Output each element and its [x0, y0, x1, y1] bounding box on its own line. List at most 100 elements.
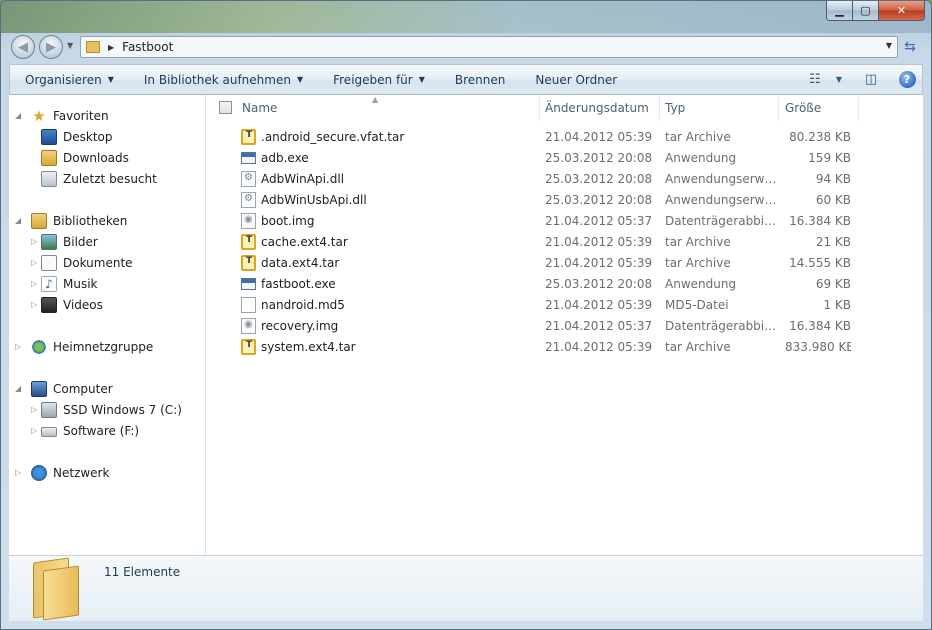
tar-archive-icon	[241, 129, 256, 145]
file-size: 1 KB	[823, 297, 851, 312]
nav-item-recent[interactable]: Zuletzt besucht	[41, 168, 157, 189]
nav-item-pictures[interactable]: ▷ Bilder	[31, 231, 98, 252]
file-size: 16.384 KB	[789, 213, 851, 228]
libraries-icon	[31, 212, 47, 229]
preview-pane-button[interactable]: ◫	[856, 65, 886, 94]
expand-arrow-icon[interactable]: ▷	[31, 300, 37, 309]
new-folder-button[interactable]: Neuer Ordner	[520, 65, 632, 94]
nav-item-videos[interactable]: ▷ Videos	[31, 294, 103, 315]
file-type: Anwendung	[665, 276, 737, 291]
nav-libraries[interactable]: ◢ Bibliotheken	[15, 210, 127, 231]
nav-network-label: Netzwerk	[53, 465, 110, 480]
nav-item-desktop[interactable]: Desktop	[41, 126, 113, 147]
file-date: 25.03.2012 20:08	[545, 171, 653, 186]
nav-item-music[interactable]: ▷ ♪ Musik	[31, 273, 98, 294]
view-options-button[interactable]: ☷	[800, 65, 830, 94]
file-type: tar Archive	[665, 255, 731, 270]
nav-item-label: Downloads	[63, 150, 129, 165]
nav-item-drive-f[interactable]: ▷ Software (F:)	[31, 420, 139, 441]
expand-arrow-icon[interactable]: ▷	[15, 468, 21, 477]
column-header-label: Typ	[665, 101, 686, 115]
details-view-icon: ☷	[809, 72, 821, 87]
nav-item-label: Musik	[63, 276, 98, 291]
file-list: ▲ Name Änderungsdatum Typ Größe .android…	[207, 95, 923, 555]
nav-libraries-label: Bibliotheken	[53, 213, 128, 228]
nav-item-drive-c[interactable]: ▷ SSD Windows 7 (C:)	[31, 399, 182, 420]
file-type: tar Archive	[665, 129, 731, 144]
address-dropdown-icon[interactable]: ▼	[886, 41, 892, 50]
nav-network[interactable]: ▷ Netzwerk	[15, 462, 109, 483]
file-size: 60 KB	[815, 192, 851, 207]
tar-archive-icon	[241, 255, 256, 271]
refresh-button[interactable]: ⇆	[899, 37, 921, 57]
breadcrumb-fastboot[interactable]: Fastboot	[122, 40, 173, 54]
nav-homegroup[interactable]: ▷ Heimnetzgruppe	[15, 336, 153, 357]
file-size: 159 KB	[808, 150, 851, 165]
expand-arrow-icon[interactable]: ◢	[15, 384, 21, 393]
new-folder-label: Neuer Ordner	[535, 72, 618, 87]
column-header-size[interactable]: Größe	[779, 95, 859, 121]
file-name: AdbWinUsbApi.dll	[261, 192, 367, 207]
hard-drive-icon	[41, 427, 57, 437]
chevron-down-icon: ▼	[835, 75, 843, 84]
expand-arrow-icon[interactable]: ◢	[15, 111, 21, 120]
file-row[interactable]: AdbWinUsbApi.dll 25.03.2012 20:08 Anwend…	[207, 189, 923, 210]
nav-item-label: Software (F:)	[63, 423, 140, 438]
maximize-button[interactable]: ▢	[853, 1, 879, 21]
breadcrumb-separator-icon[interactable]: ▶	[108, 43, 114, 52]
burn-button[interactable]: Brennen	[440, 65, 520, 94]
application-icon	[241, 278, 256, 290]
column-header-name[interactable]: ▲ Name	[207, 95, 540, 121]
recent-places-icon	[41, 170, 57, 187]
nav-favorites[interactable]: ◢ ★ Favoriten	[15, 105, 109, 126]
file-row[interactable]: recovery.img 21.04.2012 05:37 Datenträge…	[207, 315, 923, 336]
minimize-button[interactable]: ▁	[826, 1, 853, 21]
expand-arrow-icon[interactable]: ▷	[31, 279, 37, 288]
forward-button[interactable]: ▶	[39, 35, 63, 59]
nav-item-label: SSD Windows 7 (C:)	[63, 402, 182, 417]
file-row[interactable]: .android_secure.vfat.tar 21.04.2012 05:3…	[207, 126, 923, 147]
file-row[interactable]: data.ext4.tar 21.04.2012 05:39 tar Archi…	[207, 252, 923, 273]
file-row[interactable]: system.ext4.tar 21.04.2012 05:39 tar Arc…	[207, 336, 923, 357]
file-date: 25.03.2012 20:08	[545, 150, 653, 165]
expand-arrow-icon[interactable]: ▷	[31, 237, 37, 246]
file-row[interactable]: nandroid.md5 21.04.2012 05:39 MD5-Datei …	[207, 294, 923, 315]
view-dropdown-button[interactable]: ▼	[830, 65, 848, 94]
nav-computer-label: Computer	[53, 381, 113, 396]
dll-icon	[241, 192, 256, 208]
file-name: cache.ext4.tar	[261, 234, 348, 249]
refresh-icon: ⇆	[904, 39, 916, 55]
column-header-date[interactable]: Änderungsdatum	[540, 95, 660, 121]
file-row[interactable]: fastboot.exe 25.03.2012 20:08 Anwendung …	[207, 273, 923, 294]
expand-arrow-icon[interactable]: ▷	[31, 258, 37, 267]
file-size: 80.238 KB	[789, 129, 851, 144]
recent-pages-dropdown[interactable]: ▼	[67, 41, 73, 50]
file-row[interactable]: cache.ext4.tar 21.04.2012 05:39 tar Arch…	[207, 231, 923, 252]
file-row[interactable]: boot.img 21.04.2012 05:37 Datenträgerabb…	[207, 210, 923, 231]
nav-item-documents[interactable]: ▷ Dokumente	[31, 252, 133, 273]
pictures-library-icon	[41, 233, 57, 250]
file-date: 25.03.2012 20:08	[545, 192, 653, 207]
help-button[interactable]: ?	[892, 65, 922, 94]
expand-arrow-icon[interactable]: ▷	[15, 342, 21, 351]
expand-arrow-icon[interactable]: ▷	[31, 426, 37, 435]
column-header-type[interactable]: Typ	[660, 95, 779, 121]
organize-menu[interactable]: Organisieren ▼	[10, 65, 129, 94]
file-icon	[241, 297, 256, 313]
expand-arrow-icon[interactable]: ◢	[15, 216, 21, 225]
file-row[interactable]: adb.exe 25.03.2012 20:08 Anwendung 159 K…	[207, 147, 923, 168]
nav-item-downloads[interactable]: Downloads	[41, 147, 129, 168]
close-button[interactable]: ✕	[879, 1, 925, 21]
expand-arrow-icon[interactable]: ▷	[31, 405, 37, 414]
column-header-label: Größe	[785, 101, 822, 115]
file-name: adb.exe	[261, 150, 309, 165]
file-name: .android_secure.vfat.tar	[261, 129, 405, 144]
nav-computer[interactable]: ◢ Computer	[15, 378, 113, 399]
address-bar[interactable]: ▶ Fastboot ▼	[80, 36, 898, 58]
include-in-library-menu[interactable]: In Bibliothek aufnehmen ▼	[129, 65, 318, 94]
documents-library-icon	[41, 254, 57, 271]
nav-item-label: Desktop	[63, 129, 113, 144]
share-with-menu[interactable]: Freigeben für ▼	[318, 65, 440, 94]
back-button[interactable]: ◀	[11, 35, 35, 59]
file-row[interactable]: AdbWinApi.dll 25.03.2012 20:08 Anwendung…	[207, 168, 923, 189]
